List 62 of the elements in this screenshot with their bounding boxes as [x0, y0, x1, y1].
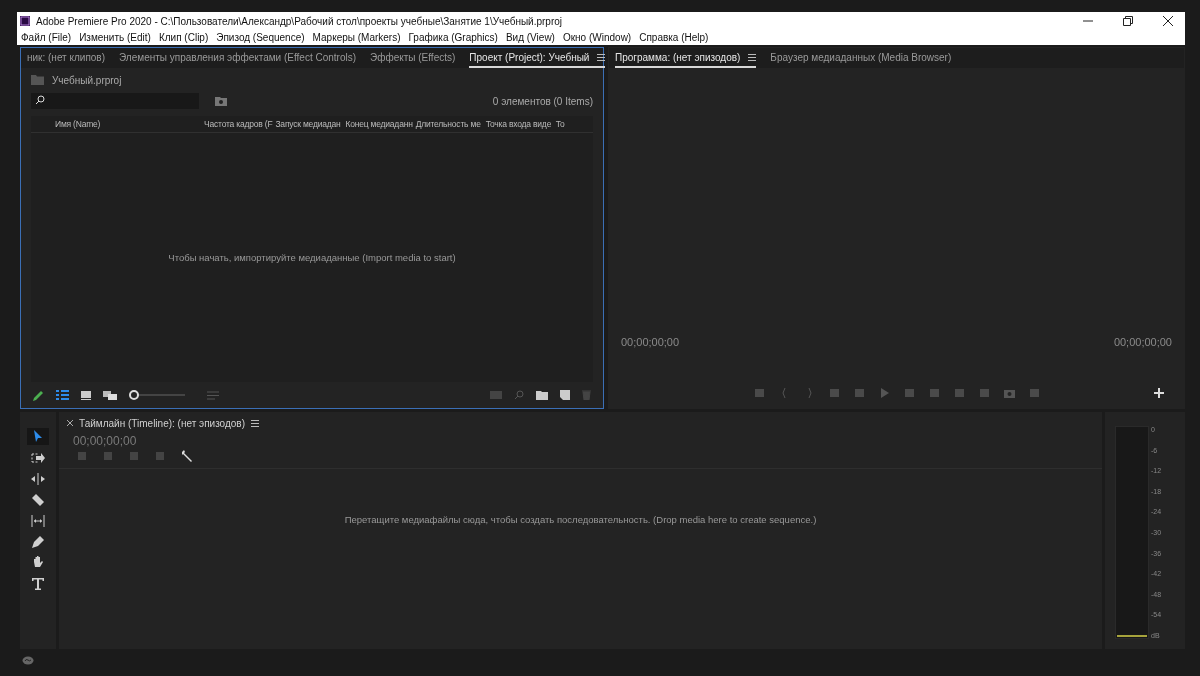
project-file-name: Учебный.prproj — [52, 74, 122, 86]
column-header[interactable]: Запуск медиадан — [272, 116, 343, 132]
restore-icon — [1123, 16, 1133, 26]
add-button-icon[interactable] — [1154, 388, 1164, 398]
wrench-icon[interactable] — [181, 450, 193, 462]
menu-item[interactable]: Справка (Help) — [635, 30, 713, 45]
search-icon — [35, 95, 45, 105]
close-icon[interactable] — [67, 420, 73, 426]
empty-project-message: Чтобы начать, импортируйте медиаданные (Import media to start) — [168, 252, 456, 263]
panel-tab[interactable]: Браузер медиаданных (Media Browser) — [770, 48, 952, 68]
timeline-title: Таймлайн (Timeline): (нет эпизодов) — [79, 417, 245, 429]
menu-item[interactable]: Графика (Graphics) — [404, 30, 502, 45]
menu-item[interactable]: Маркеры (Markers) — [308, 30, 405, 45]
empty-timeline-message: Перетащите медиафайлы сюда, чтобы создать последовательность. (Drop media here to create sequence.) — [344, 513, 817, 525]
app-icon — [20, 16, 30, 26]
timeline-timecode: 00;00;00;00 — [72, 434, 138, 448]
freeform-view-icon[interactable] — [103, 390, 117, 400]
menu-item[interactable]: Файл (File) — [17, 30, 76, 45]
pencil-icon[interactable] — [33, 389, 44, 401]
menu-item[interactable]: Окно (Window) — [558, 30, 636, 45]
zoom-slider-thumb[interactable] — [129, 390, 139, 400]
meter-floor-line — [1117, 635, 1147, 637]
hand-icon — [32, 556, 44, 569]
folder-icon — [31, 75, 44, 85]
window-title: Adobe Premiere Pro 2020 - C:\Пользователи\Александр\Рабочий стол\проекты учебные\Занятие 1\Учебный.prproj — [36, 15, 564, 27]
icon-view-icon[interactable] — [81, 390, 91, 400]
panel-tab[interactable]: ник: (нет клипов) — [27, 48, 105, 68]
panel-menu-icon[interactable] — [597, 53, 606, 61]
link-status-icon — [22, 655, 34, 665]
list-view-icon[interactable] — [56, 390, 69, 400]
menu-item[interactable]: Клип (Clip) — [154, 30, 213, 45]
panel-menu-icon[interactable] — [251, 419, 259, 427]
column-header[interactable]: Частота кадров (F — [201, 116, 273, 132]
close-icon — [1163, 16, 1173, 26]
panel-tab[interactable]: Программа: (нет эпизодов) — [615, 48, 757, 68]
column-header[interactable]: Точка входа виде — [482, 116, 553, 132]
column-header[interactable]: Длительность ме — [412, 116, 483, 132]
panel-menu-icon[interactable] — [748, 53, 757, 61]
type-tool-icon — [32, 577, 44, 590]
playhead-timecode: 00;00;00;00 — [621, 336, 680, 348]
column-header[interactable]: Конец медиаданн — [342, 116, 413, 132]
item-count: 0 элементов (0 Items) — [492, 95, 593, 107]
ripple-edit-icon — [31, 472, 45, 485]
panel-tab[interactable]: Проект (Project): Учебный — [469, 48, 606, 68]
menu-item[interactable]: Вид (View) — [501, 30, 559, 45]
new-bin-icon[interactable] — [536, 390, 548, 400]
arrow-cursor-icon — [33, 430, 43, 443]
slip-icon — [31, 514, 45, 527]
new-search-bin-button[interactable] — [215, 96, 227, 106]
search-field[interactable] — [31, 93, 199, 109]
column-header[interactable]: Имя (Name) — [31, 116, 201, 132]
menu-item[interactable]: Эпизод (Sequence) — [212, 30, 309, 45]
duration-timecode: 00;00;00;00 — [1113, 336, 1172, 348]
panel-tab[interactable]: Эффекты (Effects) — [370, 48, 456, 68]
tool-button[interactable] — [27, 428, 49, 445]
menu-item[interactable]: Изменить (Edit) — [75, 30, 155, 45]
panel-tab[interactable]: Элементы управления эффектами (Effect Controls) — [119, 48, 357, 68]
pen-icon — [32, 535, 44, 548]
track-select-icon — [31, 452, 45, 463]
column-header[interactable]: То — [552, 116, 569, 132]
razor-blade-icon — [32, 493, 44, 506]
new-item-icon[interactable] — [560, 390, 570, 400]
